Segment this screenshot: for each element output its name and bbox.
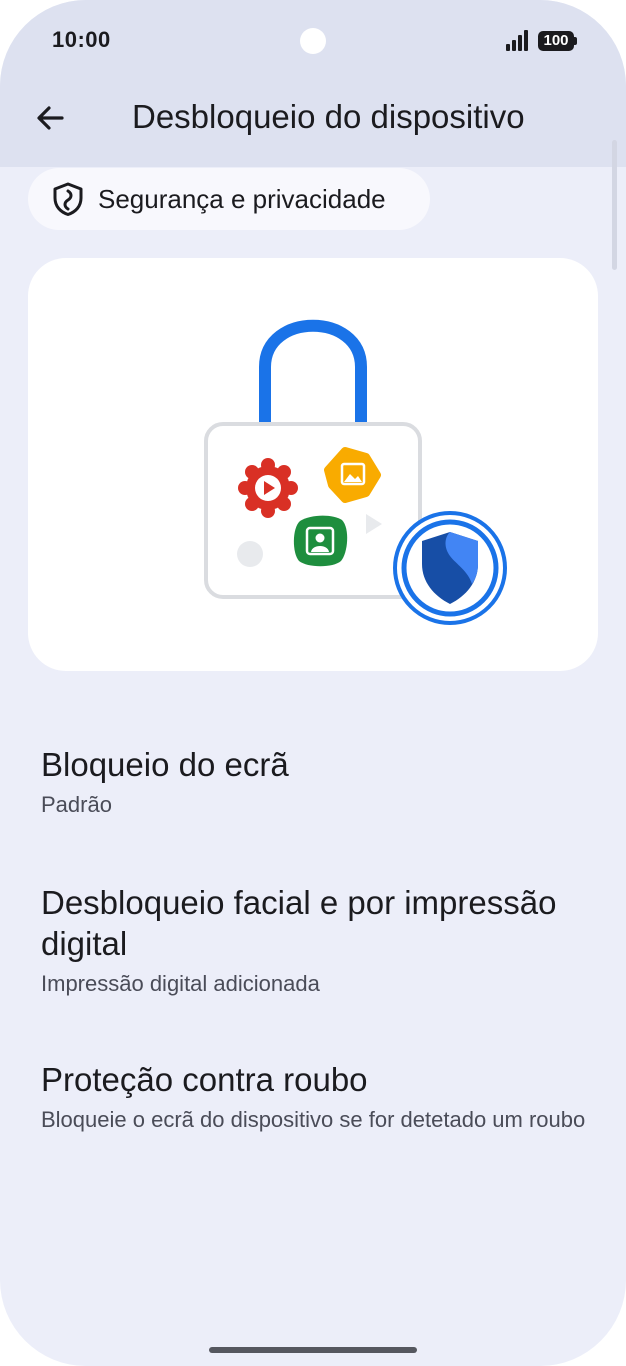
home-indicator[interactable] [209, 1347, 417, 1353]
page-title: Desbloqueio do dispositivo [132, 98, 525, 135]
app-bar: 10:00 100 Desbloqueio do dispositivo [0, 0, 626, 167]
lock-illustration [204, 319, 507, 625]
breadcrumb-label: Segurança e privacidade [98, 183, 386, 214]
list-item-title: Desbloqueio facial e por impressão digit… [41, 884, 557, 962]
status-time: 10:00 [52, 27, 111, 52]
back-button[interactable] [30, 98, 70, 138]
scrollbar[interactable] [612, 140, 617, 270]
list-item-screen-lock[interactable]: Bloqueio do ecrã Padrão [41, 744, 601, 819]
phone-screen: 10:00 100 Desbloqueio do dispositivo Seg… [0, 0, 626, 1366]
list-item-subtitle: Padrão [41, 792, 112, 817]
contact-app-icon [293, 515, 348, 567]
shield-icon [53, 182, 83, 216]
list-item-theft-protection[interactable]: Proteção contra roubo Bloqueie o ecrã do… [41, 1059, 601, 1134]
illustration-card [28, 258, 598, 671]
list-item-face-fingerprint-unlock[interactable]: Desbloqueio facial e por impressão digit… [41, 882, 601, 998]
list-item-title: Proteção contra roubo [41, 1061, 368, 1098]
list-item-subtitle: Impressão digital adicionada [41, 971, 320, 996]
breadcrumb-chip[interactable]: Segurança e privacidade [28, 168, 430, 230]
camera-cutout [300, 28, 326, 54]
signal-icon [506, 30, 528, 51]
gallery-app-icon [324, 447, 381, 503]
battery-tip [574, 37, 577, 45]
arrow-back-icon [37, 106, 64, 130]
battery-icon: 100 [538, 31, 574, 51]
list-item-subtitle: Bloqueie o ecrã do dispositivo se for de… [41, 1107, 586, 1132]
list-item-title: Bloqueio do ecrã [41, 746, 289, 783]
security-shield-badge [393, 511, 507, 625]
